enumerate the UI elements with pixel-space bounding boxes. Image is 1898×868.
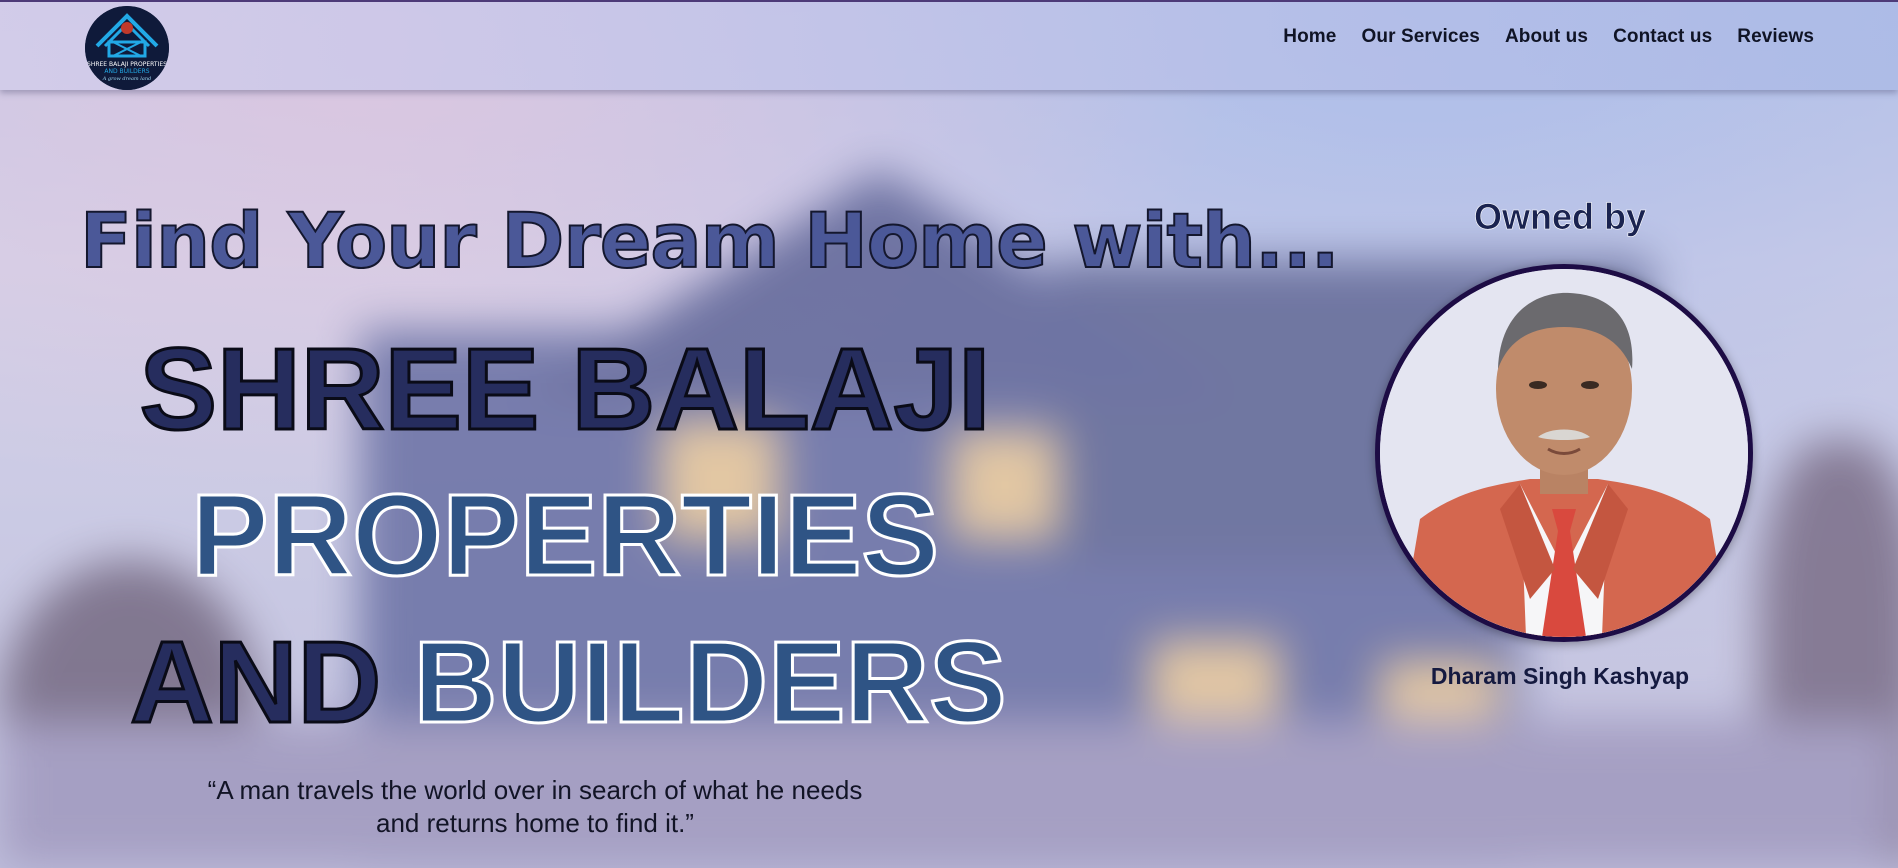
nav-about-us[interactable]: About us (1505, 26, 1588, 48)
nav-home[interactable]: Home (1283, 26, 1336, 48)
hero-title-word-builders: BUILDERS (412, 616, 1008, 749)
hero-quote-line1: “A man travels the world over in search … (207, 775, 863, 805)
owner-heading: Owned by (1473, 196, 1647, 238)
nav-our-services[interactable]: Our Services (1361, 26, 1479, 48)
nav-contact-us[interactable]: Contact us (1613, 26, 1712, 48)
svg-text:AND BUILDERS: AND BUILDERS (104, 68, 149, 75)
hero-title-line3: AND BUILDERS (128, 615, 1007, 749)
house-logo-icon: SHREE BALAJI PROPERTIES AND BUILDERS A g… (85, 6, 169, 90)
nav-reviews[interactable]: Reviews (1737, 26, 1814, 48)
brand-logo[interactable]: SHREE BALAJI PROPERTIES AND BUILDERS A g… (85, 6, 169, 90)
hero-title-line1: SHREE BALAJI (138, 323, 992, 456)
hero-title-word-and: AND (128, 616, 382, 749)
owner-name: Dharam Singh Kashyap (1430, 663, 1690, 689)
svg-text:SHREE BALAJI PROPERTIES: SHREE BALAJI PROPERTIES (87, 61, 167, 68)
page: SHREE BALAJI PROPERTIES AND BUILDERS A g… (0, 0, 1898, 868)
site-header: SHREE BALAJI PROPERTIES AND BUILDERS A g… (0, 0, 1898, 90)
main-nav: Home Our Services About us Contact us Re… (1283, 26, 1814, 48)
hero-title-line2: PROPERTIES (190, 469, 941, 602)
owner-portrait-image (1380, 269, 1748, 637)
hero-quote: “A man travels the world over in search … (130, 774, 940, 840)
svg-text:A grow dream land: A grow dream land (102, 76, 152, 82)
hero-tagline: Find Your Dream Home with... (79, 195, 1341, 286)
hero-quote-line2: and returns home to find it.” (376, 808, 694, 838)
owner-photo (1375, 264, 1753, 642)
